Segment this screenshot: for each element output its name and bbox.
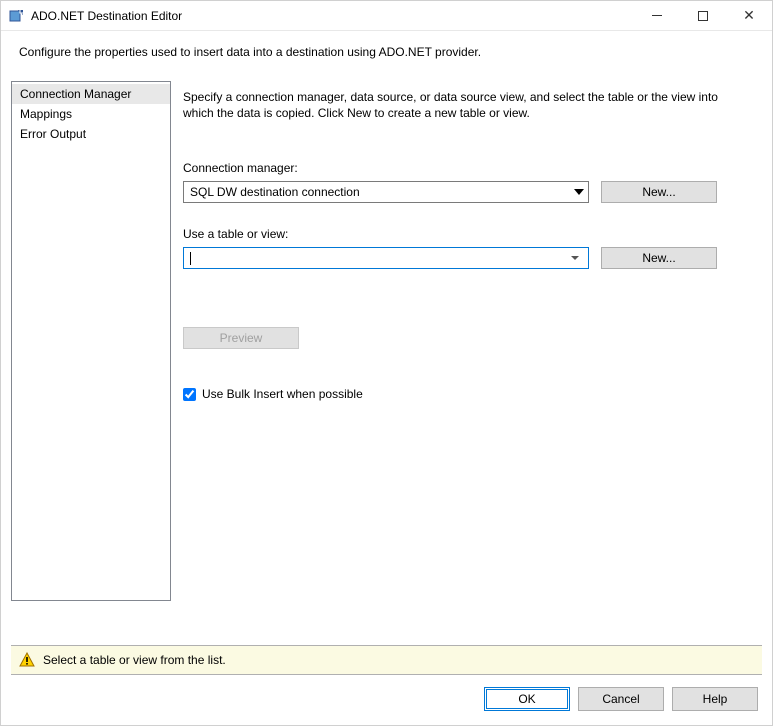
sidebar-item-label: Error Output — [20, 127, 86, 141]
sidebar-item-connection-manager[interactable]: Connection Manager — [12, 84, 170, 104]
connection-manager-block: Connection manager: SQL DW destination c… — [183, 161, 756, 203]
sidebar-item-label: Connection Manager — [20, 87, 131, 101]
window-controls: ✕ — [634, 1, 772, 31]
sidebar-list[interactable]: Connection Manager Mappings Error Output — [11, 81, 171, 601]
new-connection-button[interactable]: New... — [601, 181, 717, 203]
maximize-button[interactable] — [680, 1, 726, 31]
connection-manager-label: Connection manager: — [183, 161, 756, 175]
cancel-label: Cancel — [602, 692, 639, 706]
new-table-button[interactable]: New... — [601, 247, 717, 269]
bulk-insert-checkbox[interactable] — [183, 388, 196, 401]
table-view-input[interactable] — [191, 251, 567, 265]
footer: OK Cancel Help — [1, 675, 772, 725]
warning-icon — [19, 652, 35, 668]
window-title: ADO.NET Destination Editor — [31, 9, 182, 23]
main-area: Connection Manager Mappings Error Output… — [1, 69, 772, 639]
intro-text: Specify a connection manager, data sourc… — [183, 89, 756, 121]
chevron-down-icon — [574, 189, 584, 195]
content-pane: Specify a connection manager, data sourc… — [183, 81, 762, 639]
dropdown-arrow-button[interactable] — [567, 256, 584, 260]
connection-manager-value: SQL DW destination connection — [190, 185, 360, 199]
title-bar: ADO.NET Destination Editor ✕ — [1, 1, 772, 31]
chevron-down-icon — [571, 256, 579, 260]
status-message: Select a table or view from the list. — [43, 653, 226, 667]
preview-label: Preview — [220, 331, 263, 345]
help-label: Help — [703, 692, 728, 706]
sidebar-item-error-output[interactable]: Error Output — [12, 124, 170, 144]
table-view-block: Use a table or view: New... — [183, 227, 756, 269]
minimize-button[interactable] — [634, 1, 680, 31]
bulk-insert-row[interactable]: Use Bulk Insert when possible — [183, 387, 756, 401]
help-button[interactable]: Help — [672, 687, 758, 711]
new-connection-label: New... — [642, 185, 675, 199]
preview-row: Preview — [183, 327, 756, 349]
bulk-insert-label: Use Bulk Insert when possible — [202, 387, 363, 401]
close-button[interactable]: ✕ — [726, 1, 772, 31]
ok-button[interactable]: OK — [484, 687, 570, 711]
app-icon — [9, 8, 25, 24]
status-bar: Select a table or view from the list. — [11, 645, 762, 675]
ok-label: OK — [518, 692, 535, 706]
new-table-label: New... — [642, 251, 675, 265]
table-view-label: Use a table or view: — [183, 227, 756, 241]
maximize-icon — [698, 11, 708, 21]
description-text: Configure the properties used to insert … — [19, 45, 754, 59]
close-icon: ✕ — [743, 8, 755, 22]
description-row: Configure the properties used to insert … — [1, 31, 772, 69]
sidebar-item-mappings[interactable]: Mappings — [12, 104, 170, 124]
minimize-icon — [652, 15, 662, 16]
preview-button: Preview — [183, 327, 299, 349]
cancel-button[interactable]: Cancel — [578, 687, 664, 711]
table-view-dropdown[interactable] — [183, 247, 589, 269]
sidebar-item-label: Mappings — [20, 107, 72, 121]
connection-manager-combo[interactable]: SQL DW destination connection — [183, 181, 589, 203]
